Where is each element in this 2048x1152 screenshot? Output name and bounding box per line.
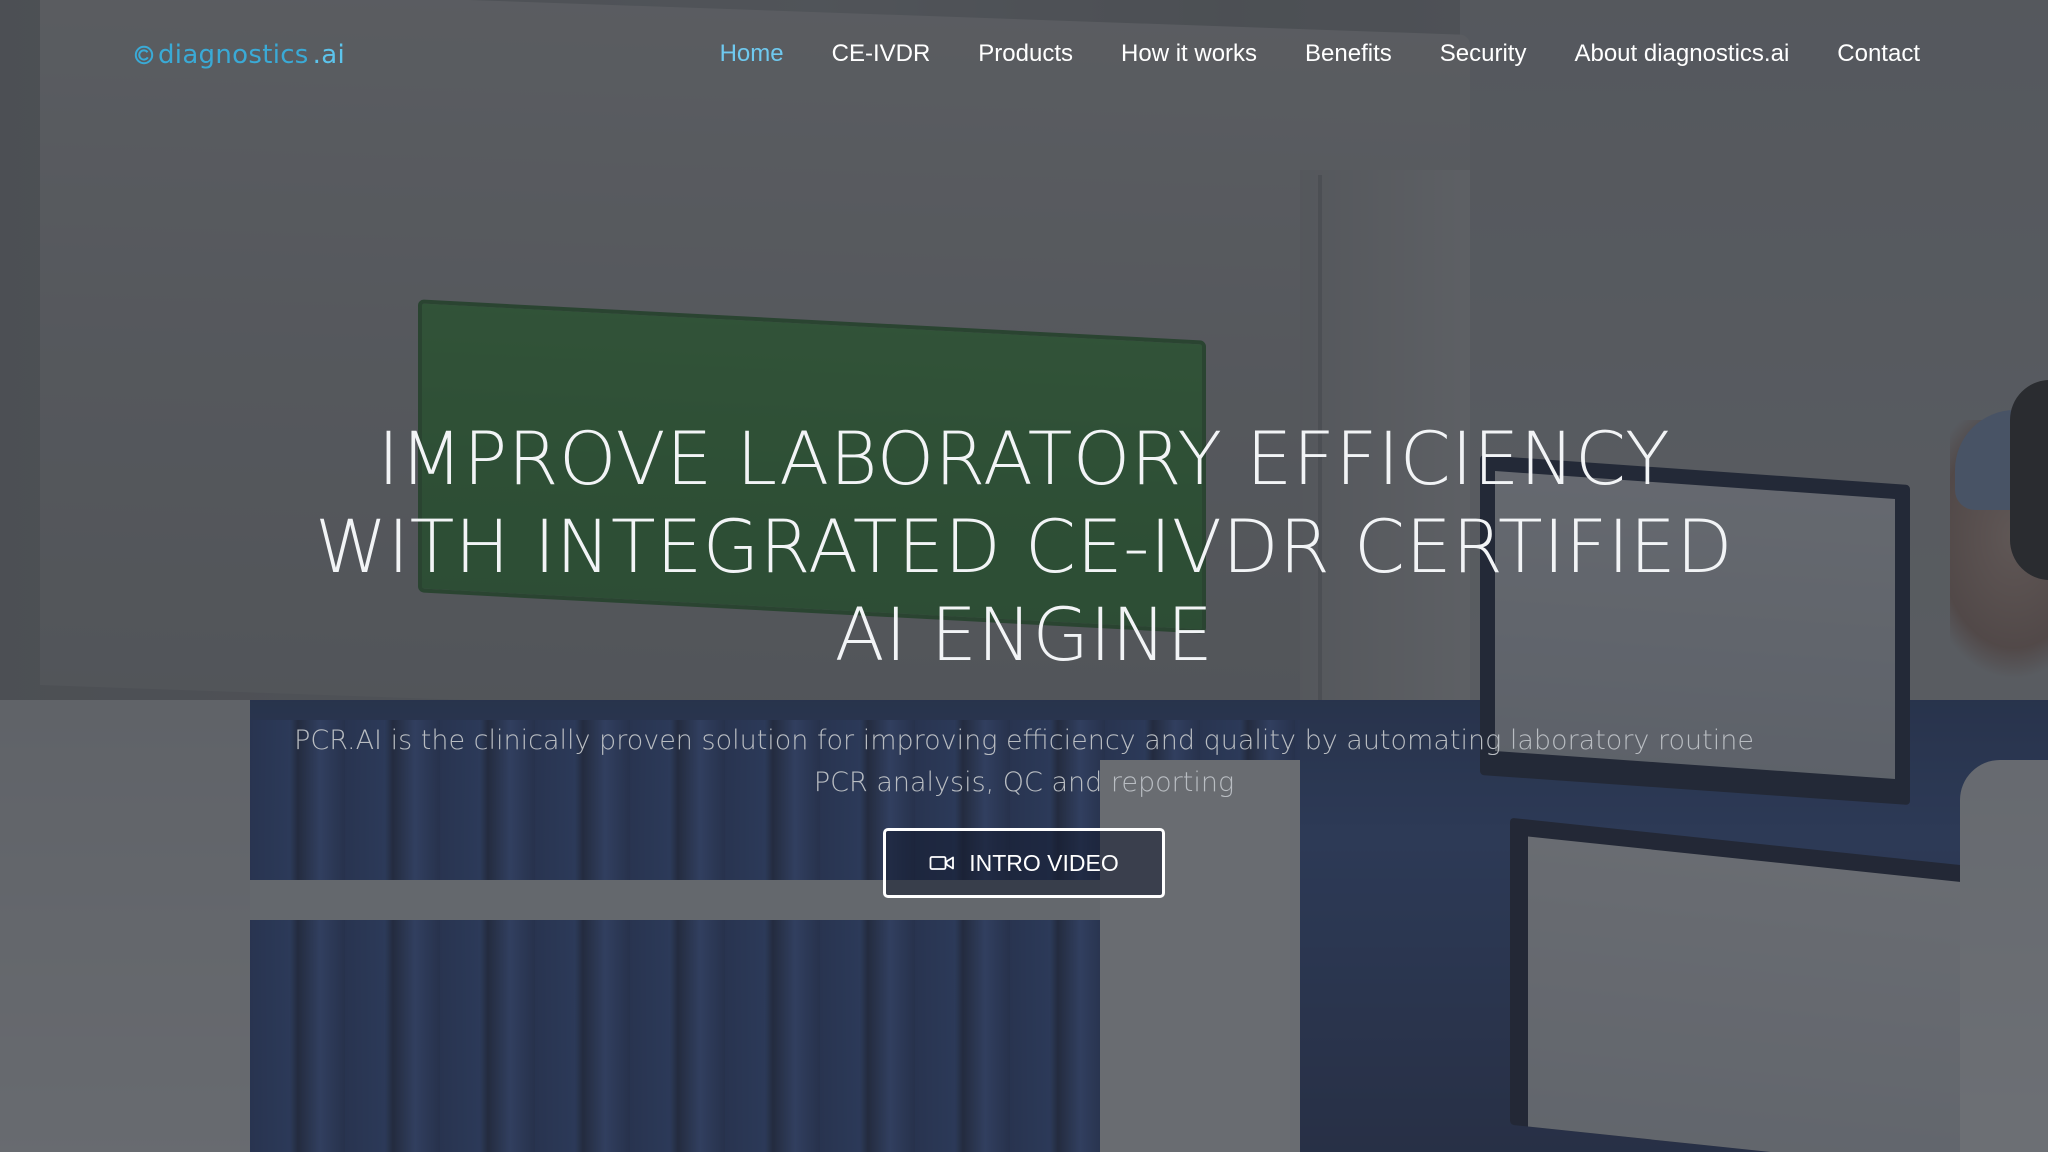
logo-name: diagnostics xyxy=(158,40,309,70)
intro-video-label: INTRO VIDEO xyxy=(969,849,1119,876)
main-menu: Home CE-IVDR Products How it works Benef… xyxy=(720,40,1920,68)
logo-suffix: .ai xyxy=(312,40,345,70)
intro-video-button[interactable]: INTRO VIDEO xyxy=(883,828,1165,898)
hero-headline: IMPROVE LABORATORY EFFICIENCY WITH INTEG… xyxy=(314,417,1733,678)
nav-item-benefits[interactable]: Benefits xyxy=(1305,40,1392,68)
top-navigation: diagnostics .ai Home CE-IVDR Products How… xyxy=(0,0,2048,115)
nav-item-contact[interactable]: Contact xyxy=(1837,40,1920,68)
nav-item-about[interactable]: About diagnostics.ai xyxy=(1574,40,1789,68)
nav-item-ce-ivdr[interactable]: CE-IVDR xyxy=(832,40,931,68)
nav-item-how-it-works[interactable]: How it works xyxy=(1121,40,1257,68)
video-camera-icon xyxy=(929,856,955,870)
nav-item-security[interactable]: Security xyxy=(1440,40,1527,68)
site-logo[interactable]: diagnostics .ai xyxy=(134,40,345,70)
nav-item-products[interactable]: Products xyxy=(978,40,1073,68)
hero-section: diagnostics .ai Home CE-IVDR Products How… xyxy=(0,0,2048,1152)
hero-subtext: PCR.AI is the clinically proven solution… xyxy=(294,725,1754,798)
logo-mark-icon xyxy=(134,45,154,65)
nav-item-home[interactable]: Home xyxy=(720,40,784,68)
hero-content: IMPROVE LABORATORY EFFICIENCY WITH INTEG… xyxy=(224,416,1824,898)
